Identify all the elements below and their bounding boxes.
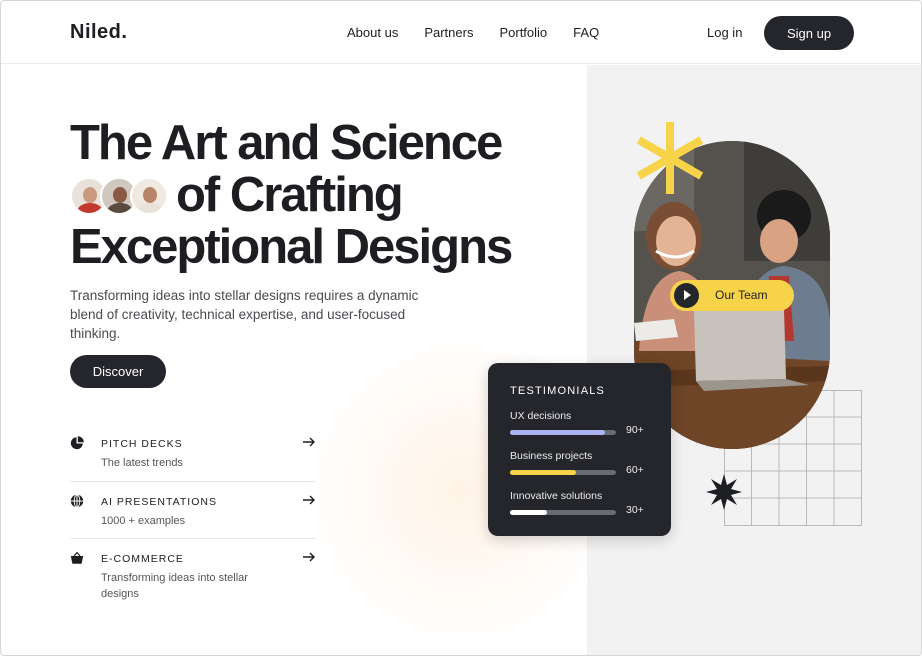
signup-button[interactable]: Sign up [764,16,854,50]
our-team-button[interactable]: Our Team [670,280,794,311]
testimonial-label: UX decisions [510,410,572,422]
pie-chart-icon [70,436,84,450]
header: Niled. About us Partners Portfolio FAQ L… [1,1,921,64]
testimonial-label: Business projects [510,450,593,462]
progress-track [510,430,616,435]
divider [70,538,316,539]
nav-partners[interactable]: Partners [424,25,473,40]
our-team-label: Our Team [715,288,768,302]
nav-about-us[interactable]: About us [347,25,398,40]
feature-description: The latest trends [101,457,183,469]
nav-faq[interactable]: FAQ [573,25,599,40]
avatar-group [70,177,168,215]
hero-title-line-1: The Art and Science [70,116,503,170]
arrow-right-icon[interactable] [302,493,316,507]
hero-title-line-2: of Crafting [176,168,404,222]
feature-description: 1000 + examples [101,515,186,527]
testimonial-row-innovative: Innovative solutions 30+ [510,490,650,516]
feature-description: Transforming ideas into stellar designs [101,572,248,600]
divider [70,481,316,482]
arrow-right-icon[interactable] [302,435,316,449]
hero-subtitle: Transforming ideas into stellar designs … [70,288,419,341]
nav-portfolio[interactable]: Portfolio [499,25,547,40]
progress-fill [510,470,576,475]
testimonial-value: 90+ [626,424,644,436]
testimonial-label: Innovative solutions [510,490,603,502]
page: Niled. About us Partners Portfolio FAQ L… [0,0,922,656]
main-nav: About us Partners Portfolio FAQ [347,25,625,40]
arrow-right-icon[interactable] [302,550,316,564]
avatar [130,177,168,215]
logo[interactable]: Niled. [70,21,127,44]
feature-pitch-decks[interactable]: PITCH DECKS The latest trends [70,431,316,488]
login-link[interactable]: Log in [707,25,742,40]
feature-title: PITCH DECKS [101,438,183,450]
testimonials-title: TESTIMONIALS [510,385,606,397]
testimonial-row-business: Business projects 60+ [510,450,650,476]
testimonials-card: TESTIMONIALS UX decisions 90+ Business p… [488,363,671,536]
asterisk-icon [636,122,704,194]
discover-button[interactable]: Discover [70,355,166,388]
starburst-icon [706,474,742,510]
feature-e-commerce[interactable]: E-COMMERCE Transforming ideas into stell… [70,546,316,603]
testimonial-row-ux: UX decisions 90+ [510,410,650,436]
feature-title: AI PRESENTATIONS [101,496,217,508]
play-icon [674,283,699,308]
testimonial-value: 60+ [626,464,644,476]
testimonial-value: 30+ [626,504,644,516]
progress-fill [510,430,606,435]
hero-title-line-3: Exceptional Designs [70,220,513,274]
progress-track [510,470,616,475]
progress-fill [510,510,548,515]
globe-icon [70,494,84,508]
basket-icon [70,551,84,564]
progress-track [510,510,616,515]
feature-title: E-COMMERCE [101,553,184,565]
